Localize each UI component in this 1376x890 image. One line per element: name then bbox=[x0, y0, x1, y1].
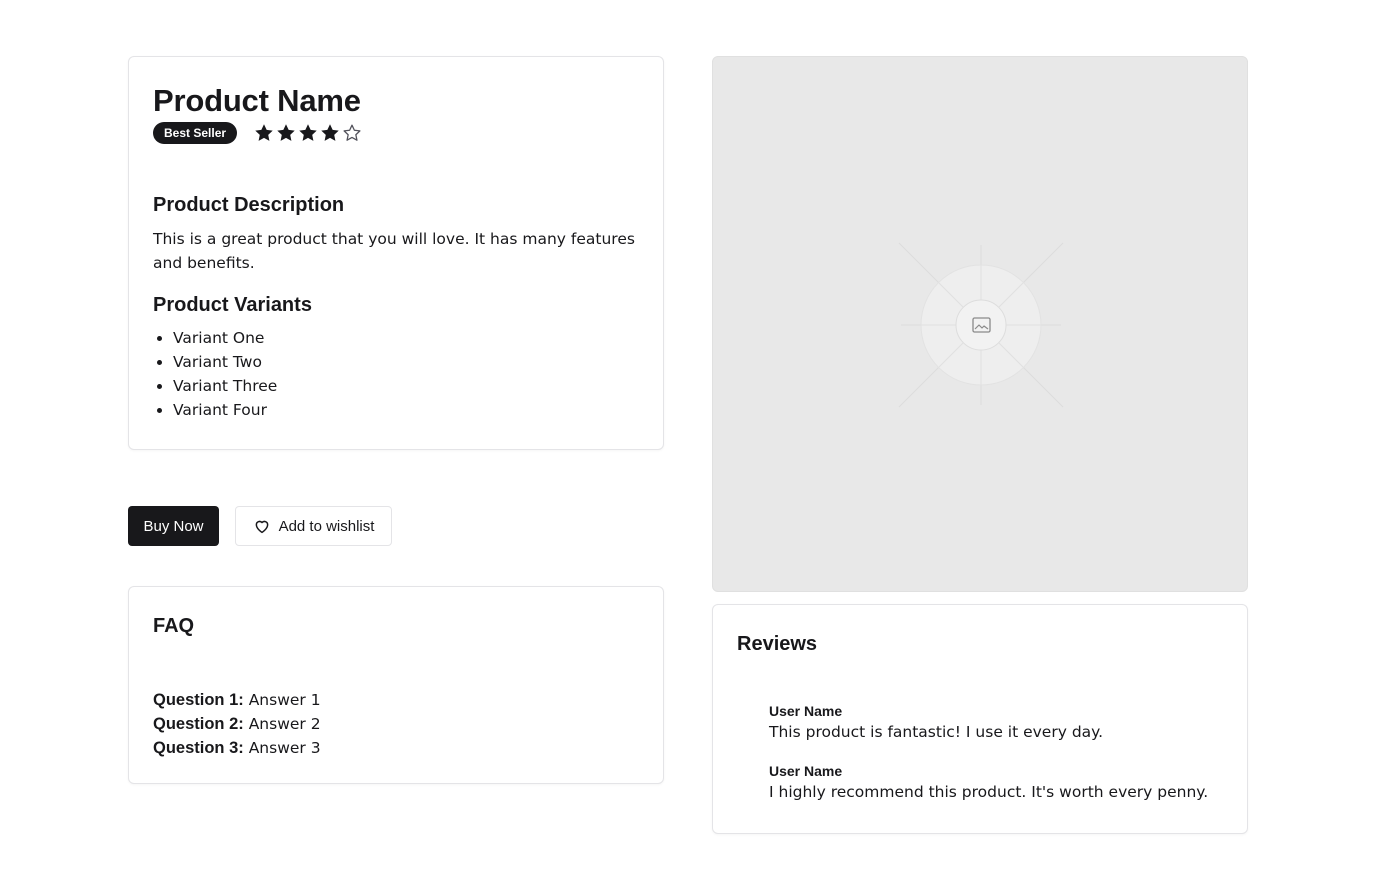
faq-list: Question 1: Answer 1 Question 2: Answer … bbox=[153, 688, 639, 760]
review-user-name: User Name bbox=[769, 703, 843, 719]
review-text: I highly recommend this product. It's wo… bbox=[769, 783, 1209, 801]
faq-question: Question 2: bbox=[153, 715, 244, 733]
variant-list: Variant One Variant Two Variant Three Va… bbox=[153, 326, 639, 422]
faq-card: FAQ Question 1: Answer 1 Question 2: Ans… bbox=[128, 586, 664, 784]
reviews-title: Reviews bbox=[737, 633, 818, 655]
review-list: User Name This product is fantastic! I u… bbox=[737, 702, 1223, 804]
variant-item: Variant Four bbox=[173, 398, 639, 422]
description-text: This is a great product that you will lo… bbox=[153, 230, 635, 272]
product-card: Product Name Best Seller Product Descrip… bbox=[128, 56, 664, 450]
review-user-name: User Name bbox=[769, 763, 843, 779]
star-icon bbox=[321, 124, 339, 141]
faq-answer: Answer 2 bbox=[248, 715, 321, 733]
review-text: This product is fantastic! I use it ever… bbox=[769, 723, 1104, 741]
star-icon bbox=[277, 124, 295, 141]
product-image bbox=[712, 56, 1248, 592]
variant-item: Variant One bbox=[173, 326, 639, 350]
buy-now-label: Buy Now bbox=[143, 517, 204, 535]
product-title: Product Name bbox=[153, 83, 361, 118]
variant-item: Variant Three bbox=[173, 374, 639, 398]
star-icon bbox=[299, 124, 317, 141]
faq-item: Question 2: Answer 2 bbox=[153, 712, 639, 736]
product-meta: Best Seller bbox=[153, 121, 639, 145]
add-to-wishlist-button[interactable]: Add to wishlist bbox=[235, 506, 392, 546]
best-seller-badge: Best Seller bbox=[153, 122, 238, 144]
faq-item: Question 1: Answer 1 bbox=[153, 688, 639, 712]
faq-answer: Answer 3 bbox=[248, 739, 321, 757]
description-title: Product Description bbox=[153, 194, 345, 216]
review-item: User Name This product is fantastic! I u… bbox=[769, 702, 1223, 744]
faq-answer: Answer 1 bbox=[248, 691, 321, 709]
image-placeholder-graphic bbox=[898, 242, 1064, 408]
faq-title: FAQ bbox=[153, 615, 195, 637]
reviews-card: Reviews User Name This product is fantas… bbox=[712, 604, 1248, 834]
star-outline-icon bbox=[343, 124, 361, 141]
faq-question: Question 3: bbox=[153, 739, 244, 757]
review-item: User Name I highly recommend this produc… bbox=[769, 762, 1223, 804]
faq-item: Question 3: Answer 3 bbox=[153, 736, 639, 760]
star-rating bbox=[253, 122, 363, 144]
wishlist-label: Add to wishlist bbox=[278, 517, 375, 535]
heart-icon bbox=[255, 520, 268, 534]
buy-now-button[interactable]: Buy Now bbox=[128, 506, 219, 546]
variant-item: Variant Two bbox=[173, 350, 639, 374]
faq-question: Question 1: bbox=[153, 691, 244, 709]
variants-title: Product Variants bbox=[153, 294, 312, 316]
star-icon bbox=[255, 124, 273, 141]
